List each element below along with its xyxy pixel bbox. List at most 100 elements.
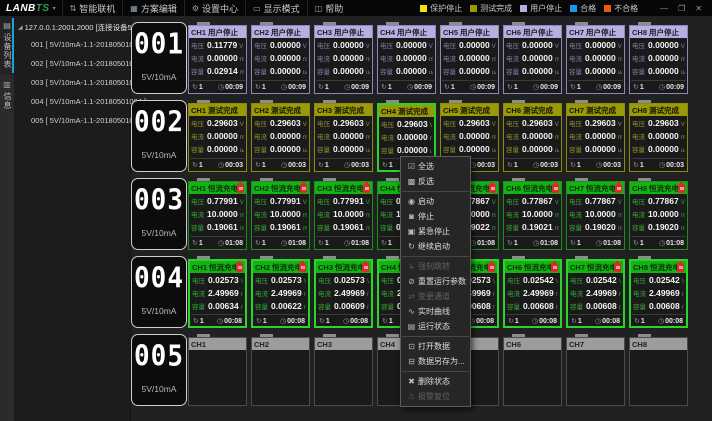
channel-card[interactable]: CH7 (566, 334, 625, 406)
logo-caret-icon[interactable]: ▾ (53, 5, 56, 12)
channel-card[interactable]: CH8恒流充电电压0.77867V电流10.0000mA容量0.19020mAh… (629, 178, 688, 250)
menu-item[interactable]: ◫帮助 (307, 0, 351, 16)
context-menu-item[interactable]: ☑全选 (401, 159, 470, 174)
channel-card[interactable]: CH8用户停止电压0.00000V电流0.00000mA容量0.00000uAh… (629, 22, 688, 94)
channel-card-box[interactable]: CH8 (629, 337, 688, 406)
menu-item[interactable]: ▦方案编辑 (122, 0, 184, 16)
channel-card-box[interactable]: CH3恒流充电电压0.02573V电流2.49969mA容量0.00609mAh… (314, 259, 373, 328)
channel-card[interactable]: CH7用户停止电压0.00000V电流0.00000mA容量0.00000uAh… (566, 22, 625, 94)
context-menu-item[interactable]: ∿实时曲线 (401, 304, 470, 319)
channel-card[interactable]: CH3用户停止电压0.00000V电流0.00000mA容量0.00000uAh… (314, 22, 373, 94)
context-menu-item[interactable]: ▤运行状态 (401, 319, 470, 334)
menu-item[interactable]: ⚙设置中心 (184, 0, 245, 16)
channel-card[interactable]: CH7恒流充电电压0.77867V电流10.0000mA容量0.19020mAh… (566, 178, 625, 250)
channel-card[interactable]: CH3 (314, 334, 373, 406)
channel-card[interactable]: CH1 (188, 334, 247, 406)
channel-card[interactable]: CH2用户停止电压0.00000V电流0.00000mA容量0.00000uAh… (251, 22, 310, 94)
channel-card-box[interactable]: CH6恒流充电电压0.77867V电流10.0000mA容量0.19021mAh… (503, 181, 562, 250)
channel-card[interactable]: CH3恒流充电电压0.77991V电流10.0000mA容量0.19061mAh… (314, 178, 373, 250)
channel-card-box[interactable]: CH2恒流充电电压0.77991V电流10.0000mA容量0.19061mAh… (251, 181, 310, 250)
close-icon[interactable]: ✕ (695, 4, 702, 13)
channel-card[interactable]: CH4用户停止电压0.00000V电流0.00000mA容量0.00000uAh… (377, 22, 436, 94)
context-menu-item[interactable]: ⊟数据另存为... (401, 354, 470, 369)
channel-card-box[interactable]: CH7测试完成电压0.29603V电流0.00000mA容量0.00000uAh… (566, 103, 625, 172)
context-menu-item[interactable]: ⊡打开数据 (401, 339, 470, 354)
channel-card-box[interactable]: CH1恒流充电电压0.77991V电流10.0000mA容量0.19061mAh… (188, 181, 247, 250)
channel-card[interactable]: CH1恒流充电电压0.77991V电流10.0000mA容量0.19061mAh… (188, 178, 247, 250)
channel-card[interactable]: CH3测试完成电压0.29603V电流0.00000mA容量0.00000uAh… (314, 100, 373, 172)
tree-device-item[interactable]: 005 [ 5V/10mA-1.1-20180501005 ] (31, 116, 129, 125)
channel-card-box[interactable]: CH1恒流充电电压0.02573V电流2.49969mA容量0.00634mAh… (188, 259, 247, 328)
channel-card[interactable]: CH2测试完成电压0.29603V电流0.00000mA容量0.00000uAh… (251, 100, 310, 172)
tree-device-item[interactable]: 004 [ 5V/10mA-1.1-20180501004 ] (31, 97, 129, 106)
context-menu-item[interactable]: ◙停止 (401, 209, 470, 224)
channel-card[interactable]: CH7测试完成电压0.29603V电流0.00000mA容量0.00000uAh… (566, 100, 625, 172)
channel-card-box[interactable]: CH3用户停止电压0.00000V电流0.00000mA容量0.00000uAh… (314, 25, 373, 94)
channel-card-box[interactable]: CH7用户停止电压0.00000V电流0.00000mA容量0.00000uAh… (566, 25, 625, 94)
channel-card-box[interactable]: CH7恒流充电电压0.77867V电流10.0000mA容量0.19020mAh… (566, 181, 625, 250)
device-card[interactable]: 0035V/10mA (131, 178, 187, 250)
tree-device-item[interactable]: 001 [ 5V/10mA-1.1-20180501001 ] (31, 40, 129, 49)
channel-card-box[interactable]: CH5用户停止电压0.00000V电流0.00000mA容量0.00000uAh… (440, 25, 499, 94)
maximize-icon[interactable]: ❐ (678, 4, 685, 13)
channel-card-box[interactable]: CH8用户停止电压0.00000V电流0.00000mA容量0.00000uAh… (629, 25, 688, 94)
side-tab[interactable]: ▤设备列表 (0, 16, 14, 75)
channel-card-box[interactable]: CH8恒流充电电压0.77867V电流10.0000mA容量0.19020mAh… (629, 181, 688, 250)
help-icon: ◫ (315, 4, 323, 13)
channel-card[interactable]: CH6恒流充电电压0.77867V电流10.0000mA容量0.19021mAh… (503, 178, 562, 250)
channel-card[interactable]: CH8恒流充电电压0.02542V电流2.49969mA容量0.00608mAh… (629, 256, 688, 328)
channel-card-box[interactable]: CH8测试完成电压0.29603V电流0.00000mA容量0.00000uAh… (629, 103, 688, 172)
context-menu-item[interactable]: ◉启动 (401, 194, 470, 209)
menu-item[interactable]: ▭显示模式 (245, 0, 307, 16)
device-tree-root[interactable]: ◢ 127.0.0.1:2001,2000 [连接设备5 台] (18, 22, 128, 33)
context-menu-item[interactable]: ✖删除状态 (401, 374, 470, 389)
device-card[interactable]: 0045V/10mA (131, 256, 187, 328)
channel-card[interactable]: CH8 (629, 334, 688, 406)
channel-card[interactable]: CH6测试完成电压0.29603V电流0.00000mA容量0.00000uAh… (503, 100, 562, 172)
channel-card-box[interactable]: CH8恒流充电电压0.02542V电流2.49969mA容量0.00608mAh… (629, 259, 688, 328)
device-card[interactable]: 0025V/10mA (131, 100, 187, 172)
channel-card[interactable]: CH6恒流充电电压0.02542V电流2.49969mA容量0.00608mAh… (503, 256, 562, 328)
minimize-icon[interactable]: — (660, 4, 668, 13)
channel-card-box[interactable]: CH3 (314, 337, 373, 406)
channel-card-box[interactable]: CH1 (188, 337, 247, 406)
channel-card-box[interactable]: CH1用户停止电压0.11779V电流0.00000mA容量0.02914mAh… (188, 25, 247, 94)
channel-card-box[interactable]: CH6用户停止电压0.00000V电流0.00000mA容量0.00000uAh… (503, 25, 562, 94)
channel-card[interactable]: CH2 (251, 334, 310, 406)
channel-card-box[interactable]: CH7 (566, 337, 625, 406)
tree-expand-icon[interactable]: ◢ (18, 24, 23, 31)
channel-card[interactable]: CH1测试完成电压0.29603V电流0.00000mA容量0.00000uAh… (188, 100, 247, 172)
channel-card[interactable]: CH5用户停止电压0.00000V电流0.00000mA容量0.00000uAh… (440, 22, 499, 94)
channel-card[interactable]: CH6用户停止电压0.00000V电流0.00000mA容量0.00000uAh… (503, 22, 562, 94)
channel-card-box[interactable]: CH2用户停止电压0.00000V电流0.00000mA容量0.00000uAh… (251, 25, 310, 94)
channel-card[interactable]: CH8测试完成电压0.29603V电流0.00000mA容量0.00000uAh… (629, 100, 688, 172)
context-menu-item[interactable]: ↻继续启动 (401, 239, 470, 254)
channel-card-box[interactable]: CH3测试完成电压0.29603V电流0.00000mA容量0.00000uAh… (314, 103, 373, 172)
channel-card[interactable]: CH6 (503, 334, 562, 406)
channel-card[interactable]: CH7恒流充电电压0.02542V电流2.49969mA容量0.00608mAh… (566, 256, 625, 328)
channel-card[interactable]: CH1恒流充电电压0.02573V电流2.49969mA容量0.00634mAh… (188, 256, 247, 328)
channel-card-box[interactable]: CH6恒流充电电压0.02542V电流2.49969mA容量0.00608mAh… (503, 259, 562, 328)
tree-device-item[interactable]: 003 [ 5V/10mA-1.1-20180501003 ] (31, 78, 129, 87)
context-menu-item[interactable]: ▩反选 (401, 174, 470, 189)
device-card[interactable]: 0055V/10mA (131, 334, 187, 406)
channel-card-box[interactable]: CH6 (503, 337, 562, 406)
menu-item[interactable]: ⇅智能联机 (62, 0, 123, 16)
channel-card[interactable]: CH3恒流充电电压0.02573V电流2.49969mA容量0.00609mAh… (314, 256, 373, 328)
channel-card[interactable]: CH1用户停止电压0.11779V电流0.00000mA容量0.02914mAh… (188, 22, 247, 94)
context-menu-item[interactable]: ▣紧急停止 (401, 224, 470, 239)
channel-card-box[interactable]: CH4用户停止电压0.00000V电流0.00000mA容量0.00000uAh… (377, 25, 436, 94)
device-card[interactable]: 0015V/10mA (131, 22, 187, 94)
channel-card-box[interactable]: CH1测试完成电压0.29603V电流0.00000mA容量0.00000uAh… (188, 103, 247, 172)
channel-card[interactable]: CH2恒流充电电压0.77991V电流10.0000mA容量0.19061mAh… (251, 178, 310, 250)
side-tab[interactable]: ▥信息 (0, 75, 14, 116)
channel-card-box[interactable]: CH2恒流充电电压0.02573V电流2.49969mA容量0.00622mAh… (251, 259, 310, 328)
channel-card-box[interactable]: CH2测试完成电压0.29603V电流0.00000mA容量0.00000uAh… (251, 103, 310, 172)
channel-card-box[interactable]: CH2 (251, 337, 310, 406)
channel-card[interactable]: CH2恒流充电电压0.02573V电流2.49969mA容量0.00622mAh… (251, 256, 310, 328)
channel-card-box[interactable]: CH6测试完成电压0.29603V电流0.00000mA容量0.00000uAh… (503, 103, 562, 172)
context-menu-item[interactable]: ⊘重置运行参数 (401, 274, 470, 289)
channel-card-box[interactable]: CH3恒流充电电压0.77991V电流10.0000mA容量0.19061mAh… (314, 181, 373, 250)
tree-device-item[interactable]: 002 [ 5V/10mA-1.1-20180501002 ] (31, 59, 129, 68)
channel-card-box[interactable]: CH7恒流充电电压0.02542V电流2.49969mA容量0.00608mAh… (566, 259, 625, 328)
